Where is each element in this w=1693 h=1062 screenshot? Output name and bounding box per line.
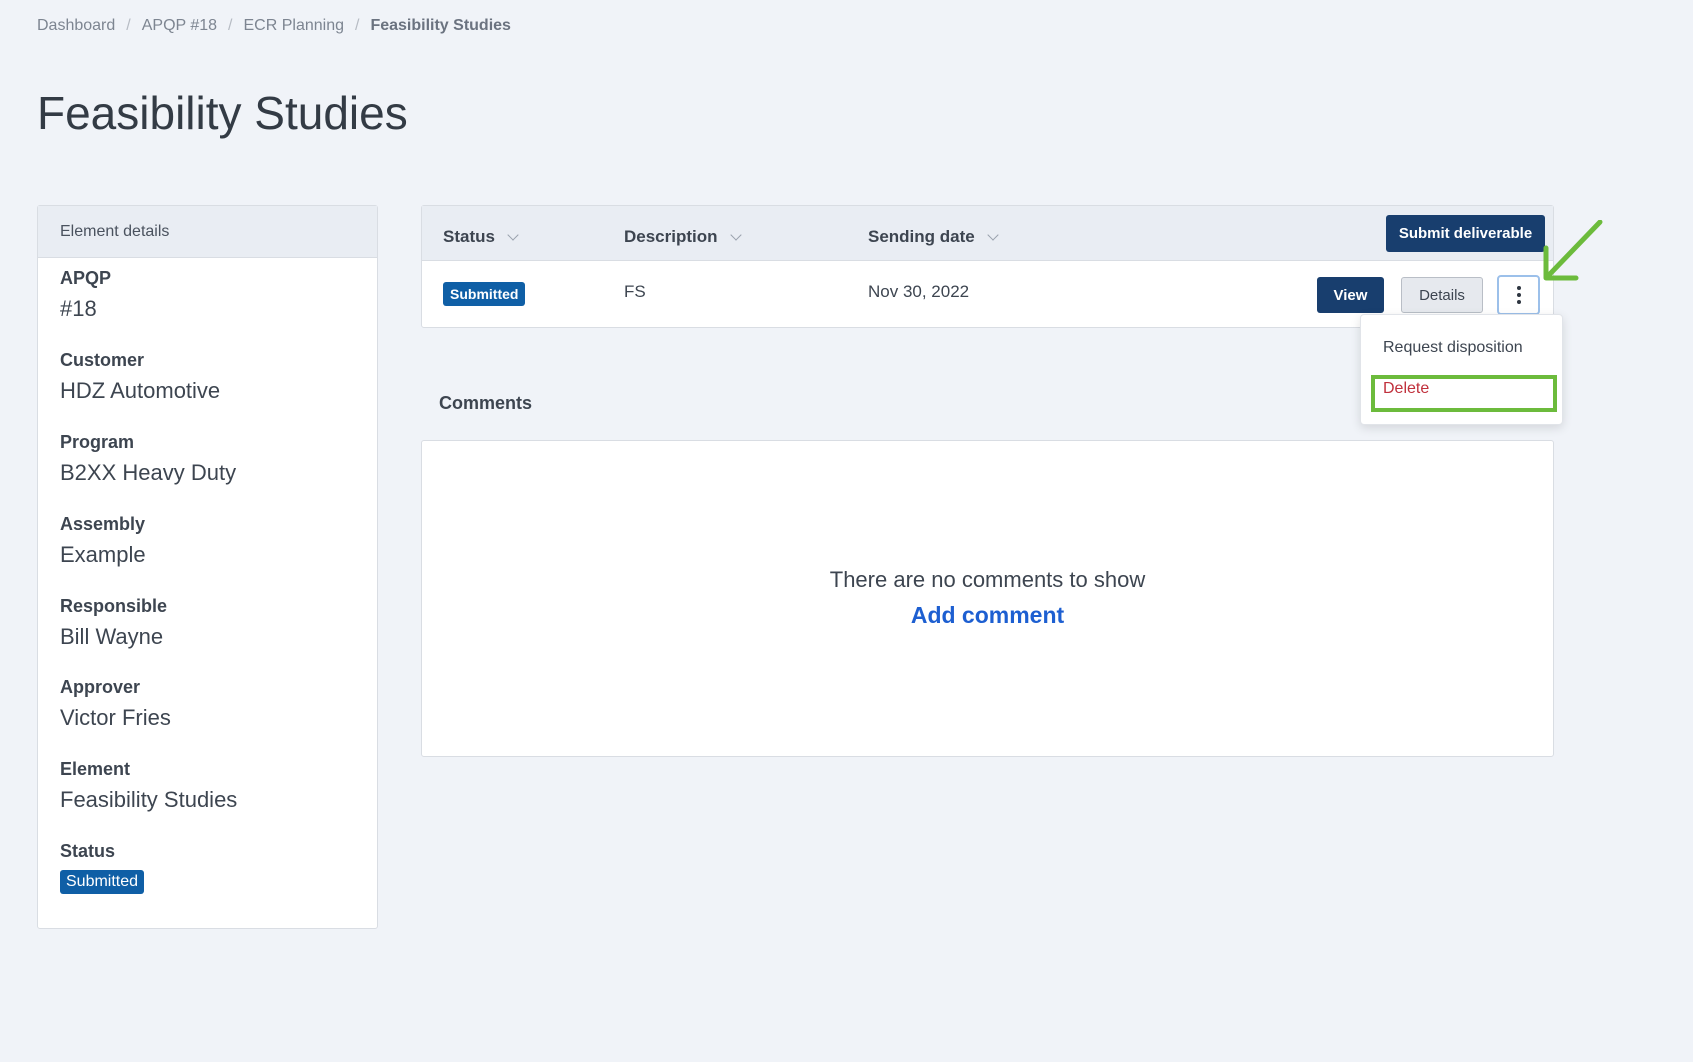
chevron-down-icon: [987, 228, 999, 241]
chevron-down-icon: [729, 228, 742, 241]
empty-comments-text: There are no comments to show: [829, 567, 1146, 592]
highlight-box: [1371, 375, 1557, 412]
detail-program: Program B2XX Heavy Duty: [60, 432, 236, 486]
breadcrumb-separator: /: [126, 17, 131, 34]
detail-value: Bill Wayne: [60, 624, 164, 649]
detail-value: Victor Fries: [60, 705, 171, 730]
column-label: Description: [624, 227, 718, 246]
detail-responsible: Responsible Bill Wayne: [60, 596, 167, 650]
detail-approver: Approver Victor Fries: [60, 677, 171, 731]
detail-status: Status Submitted: [60, 841, 145, 894]
status-badge: Submitted: [443, 282, 526, 306]
breadcrumb-separator: /: [228, 17, 233, 34]
breadcrumb-current: Feasibility Studies: [370, 17, 511, 34]
detail-label: Customer: [60, 350, 145, 370]
detail-apqp: APQP #18: [60, 268, 111, 322]
column-label: Sending date: [868, 227, 975, 246]
kebab-dot-icon: [1516, 293, 1521, 297]
detail-customer: Customer HDZ Automotive: [60, 350, 220, 404]
detail-value: Example: [60, 542, 146, 567]
status-badge: Submitted: [60, 870, 145, 894]
column-sending-date[interactable]: Sending date: [868, 227, 999, 247]
detail-label: Approver: [60, 677, 141, 697]
more-actions-button[interactable]: [1497, 275, 1540, 315]
detail-label: APQP: [60, 268, 112, 288]
column-status[interactable]: Status: [443, 227, 519, 247]
arrow-annotation-icon: [1543, 220, 1603, 281]
column-label: Status: [443, 227, 495, 246]
details-button[interactable]: Details: [1401, 277, 1483, 313]
comments-card: There are no comments to show Add commen…: [421, 440, 1554, 757]
element-details-header: Element details: [38, 206, 377, 258]
page-title: Feasibility Studies: [37, 87, 408, 139]
submit-deliverable-button[interactable]: Submit deliverable: [1386, 215, 1545, 252]
element-details-card: Element details APQP #18 Customer HDZ Au…: [37, 205, 378, 929]
detail-label: Status: [60, 841, 116, 861]
breadcrumb-dashboard[interactable]: Dashboard: [37, 17, 115, 35]
column-description[interactable]: Description: [624, 227, 742, 247]
chevron-down-icon: [507, 228, 519, 241]
detail-assembly: Assembly Example: [60, 514, 146, 568]
detail-value: B2XX Heavy Duty: [60, 460, 237, 485]
detail-label: Responsible: [60, 596, 168, 616]
breadcrumb-ecr-planning[interactable]: ECR Planning: [244, 17, 345, 35]
description-cell: FS: [624, 282, 646, 301]
sending-date-cell: Nov 30, 2022: [868, 282, 970, 301]
menu-item-request-disposition[interactable]: Request disposition: [1383, 339, 1523, 357]
deliverables-table: Status Description Sending date Submit d…: [421, 205, 1554, 328]
breadcrumb: Dashboard / APQP #18 / ECR Planning / Fe…: [37, 17, 511, 35]
view-button[interactable]: View: [1317, 277, 1384, 313]
detail-value: #18: [60, 296, 97, 321]
detail-value: HDZ Automotive: [60, 378, 221, 403]
table-header: Status Description Sending date Submit d…: [422, 206, 1553, 261]
breadcrumb-apqp[interactable]: APQP #18: [142, 17, 217, 35]
detail-label: Assembly: [60, 514, 146, 534]
kebab-dot-icon: [1516, 286, 1521, 290]
kebab-dot-icon: [1516, 300, 1521, 304]
breadcrumb-separator: /: [355, 17, 360, 34]
detail-element: Element Feasibility Studies: [60, 759, 237, 813]
detail-label: Program: [60, 432, 135, 452]
detail-label: Element: [60, 759, 131, 779]
add-comment-link[interactable]: Add comment: [422, 602, 1553, 629]
detail-value: Feasibility Studies: [60, 787, 238, 812]
comments-title: Comments: [439, 393, 533, 413]
